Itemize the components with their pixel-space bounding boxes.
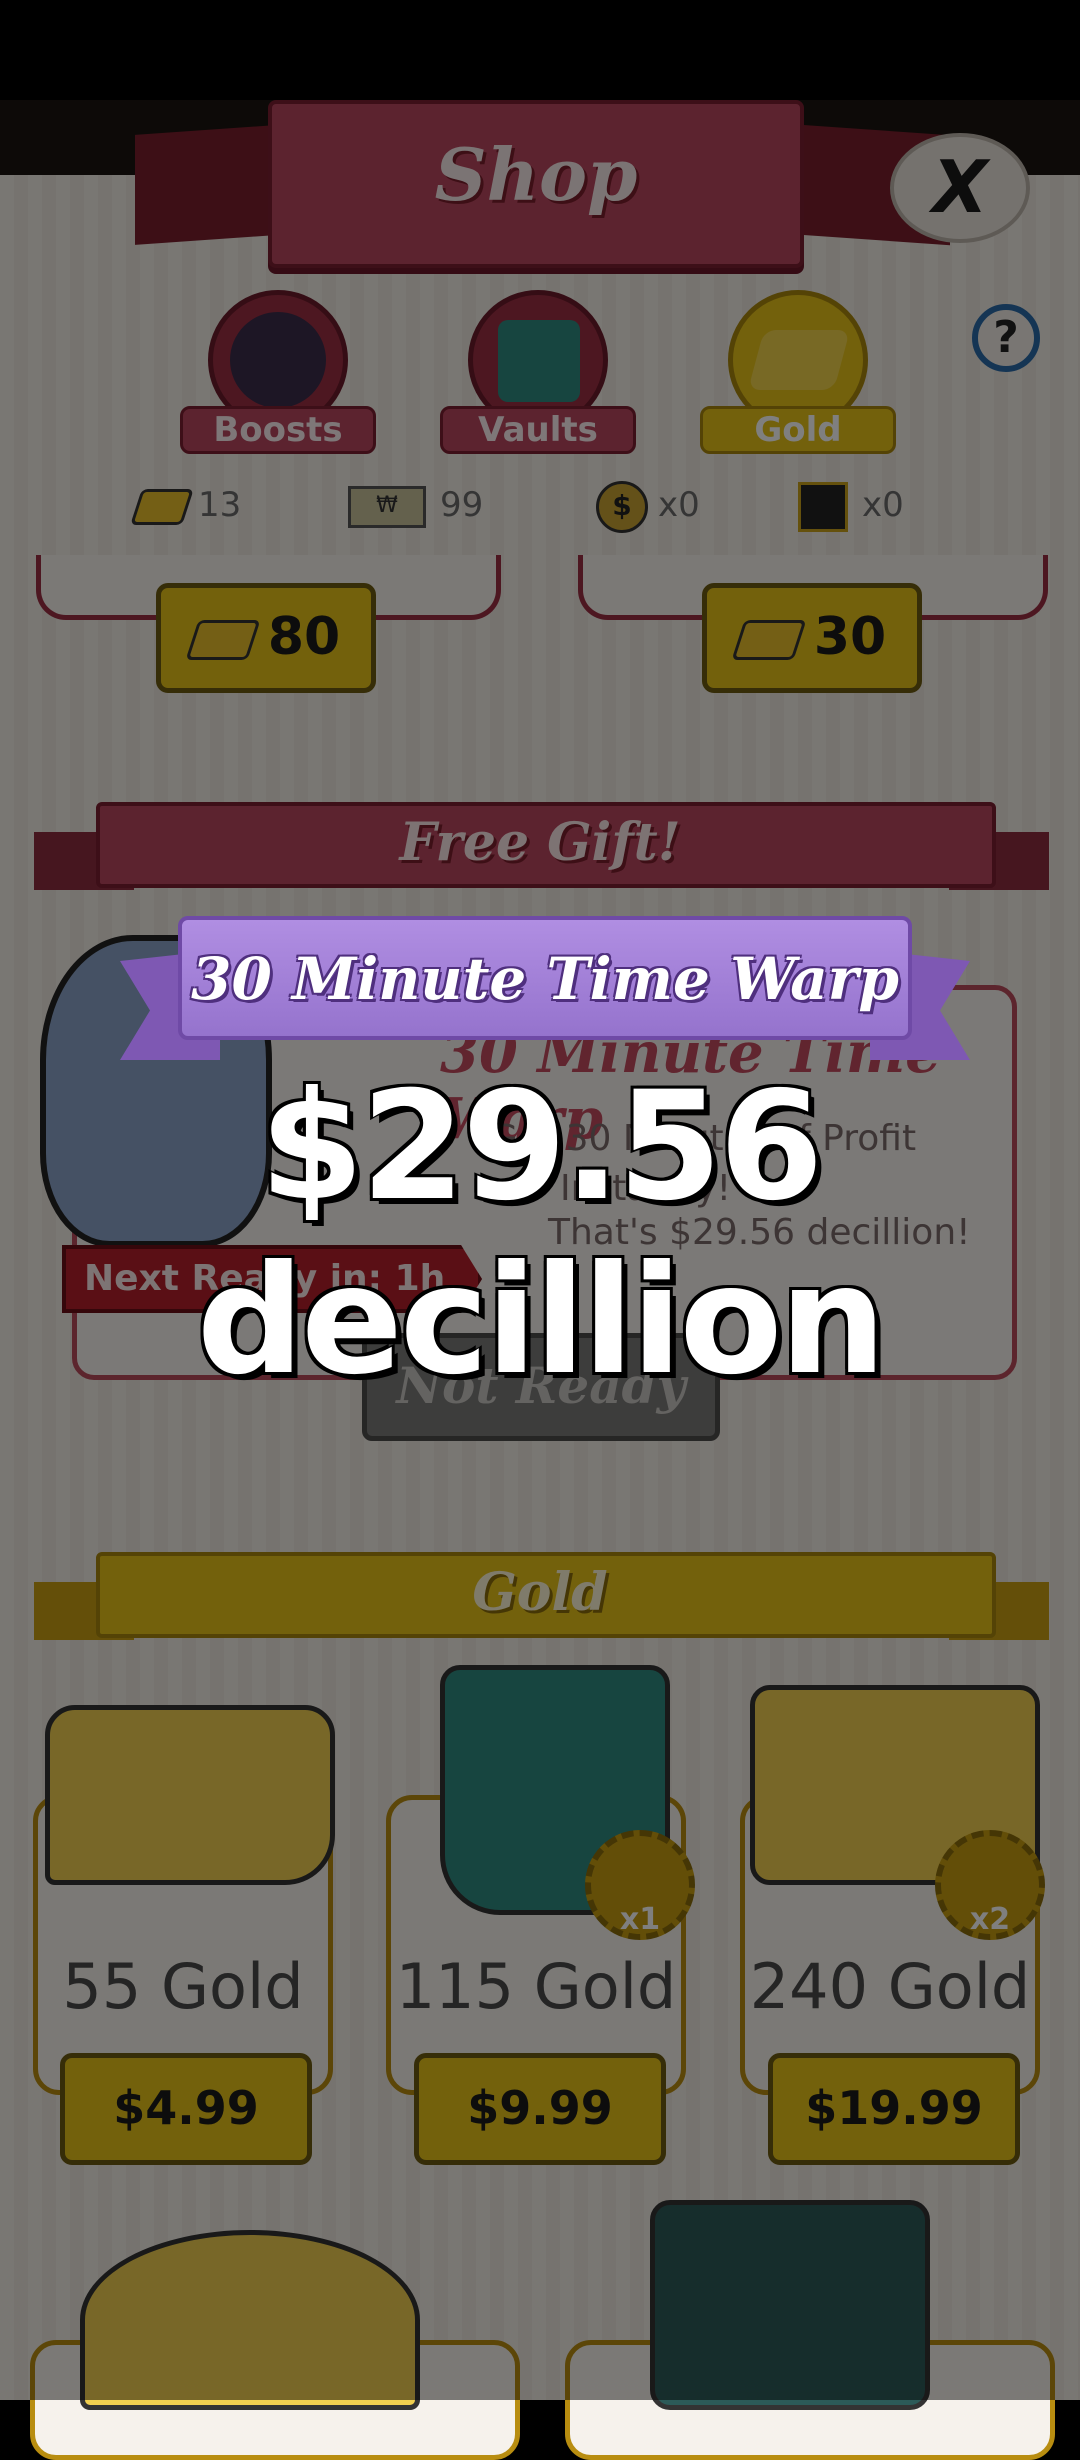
close-button[interactable]: X xyxy=(890,133,1030,243)
megabucks-icon xyxy=(798,481,848,532)
money-bag-icon: $ xyxy=(596,480,648,533)
currency-gold-value: 13 xyxy=(198,485,242,525)
popup-title: 30 Minute Time Warp xyxy=(191,945,899,1013)
tab-vaults-label: Vaults xyxy=(440,406,636,454)
tab-vaults[interactable]: Vaults xyxy=(440,290,640,460)
gold-bars-icon xyxy=(45,1705,335,1885)
gold-gem-icon xyxy=(185,620,261,660)
status-bar xyxy=(0,0,1080,100)
gold-pack-240-label: 240 Gold xyxy=(749,1950,1031,2023)
multiplier-badge: x2 xyxy=(935,1830,1045,1940)
shop-title: Shop xyxy=(434,132,638,217)
badge-x1: x1 xyxy=(619,1902,661,1937)
currency-gold: 13 xyxy=(130,480,242,530)
currency-megabucks-value: x0 xyxy=(862,485,904,525)
gold-section-title: Gold xyxy=(472,1562,608,1623)
buy-button-30[interactable]: 30 xyxy=(702,583,922,693)
multiplier-badge: x1 xyxy=(585,1830,695,1940)
gold-hat-pile-icon xyxy=(80,2230,420,2410)
help-button[interactable]: ? xyxy=(972,304,1040,372)
badge-x2: x2 xyxy=(969,1902,1011,1937)
tab-boosts-label: Boosts xyxy=(180,406,376,454)
buy-gold-55-button[interactable]: $4.99 xyxy=(60,2053,312,2165)
popup-amount: $29.56 decillion xyxy=(196,1060,887,1408)
buy-gold-240-button[interactable]: $19.99 xyxy=(768,2053,1020,2165)
tab-boosts[interactable]: Boosts xyxy=(180,290,380,460)
currency-bags: $ x0 xyxy=(596,480,700,533)
gold-vault-icon xyxy=(650,2200,930,2410)
bill-icon: ₩ xyxy=(348,485,426,528)
tab-gold-label: Gold xyxy=(700,406,896,454)
gold-pack-115-label: 115 Gold xyxy=(395,1950,677,2023)
currency-bills-value: 99 xyxy=(440,485,484,525)
currency-bills: ₩99 xyxy=(348,480,483,530)
gold-gem-icon xyxy=(731,620,807,660)
gold-pack-55-label: 55 Gold xyxy=(62,1950,304,2023)
banner-flag-left xyxy=(135,125,275,245)
free-gift-title: Free Gift! xyxy=(399,812,681,873)
buy-gold-115-button[interactable]: $9.99 xyxy=(414,2053,666,2165)
buy-button-80-label: 80 xyxy=(267,607,341,667)
buy-button-30-label: 30 xyxy=(813,607,887,667)
currency-megabucks: x0 xyxy=(798,480,904,532)
tab-gold[interactable]: Gold xyxy=(700,290,900,460)
gold-gem-icon xyxy=(130,488,194,525)
buy-button-80[interactable]: 80 xyxy=(156,583,376,693)
currency-bags-value: x0 xyxy=(658,485,700,525)
